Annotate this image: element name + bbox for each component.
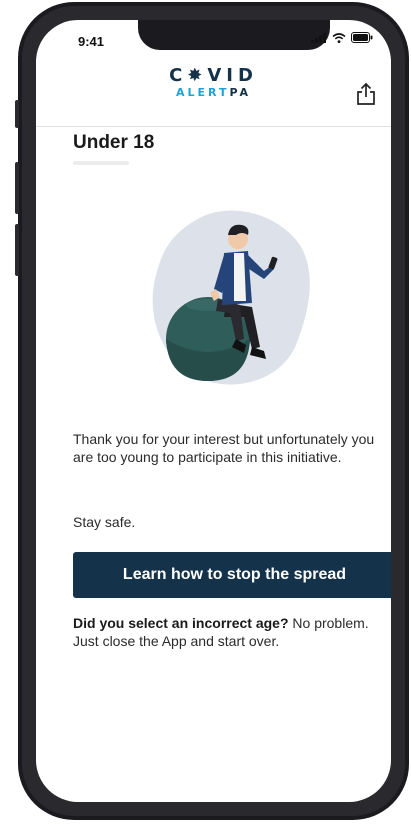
volume-up-button (15, 162, 19, 214)
wifi-icon (332, 33, 346, 43)
logo-pa: PA (229, 86, 252, 99)
share-icon (357, 82, 375, 105)
status-icons (311, 32, 373, 43)
ineligible-message: Thank you for your interest but unfortun… (73, 431, 375, 465)
battery-icon (351, 32, 373, 43)
phone-frame: 9:41 C✸VID ALERTPA Under 18 Thank you fo… (15, 2, 409, 820)
mute-switch (15, 100, 19, 128)
logo-alert: ALERT (175, 86, 230, 99)
volume-down-button (15, 224, 19, 276)
stay-safe-text: Stay safe. (73, 514, 136, 530)
signal-icon (311, 33, 326, 43)
title-underline (73, 161, 129, 165)
logo-covid: C✸VID (169, 65, 258, 86)
app-header: C✸VID ALERTPA (36, 60, 391, 127)
covid-alert-pa-logo: C✸VID ALERTPA (36, 65, 391, 100)
logo-alertpa: ALERTPA (36, 86, 391, 99)
status-time: 9:41 (78, 34, 105, 49)
share-button[interactable] (355, 82, 377, 106)
incorrect-age-note: Did you select an incorrect age? No prob… (73, 614, 391, 650)
notch (138, 20, 330, 50)
incorrect-age-question: Did you select an incorrect age? (73, 615, 289, 631)
screen: 9:41 C✸VID ALERTPA Under 18 Thank you fo… (36, 20, 391, 802)
learn-stop-spread-button[interactable]: Learn how to stop the spread (73, 552, 391, 598)
page-title: Under 18 (73, 132, 155, 153)
person-on-ball-illustration (152, 210, 310, 385)
